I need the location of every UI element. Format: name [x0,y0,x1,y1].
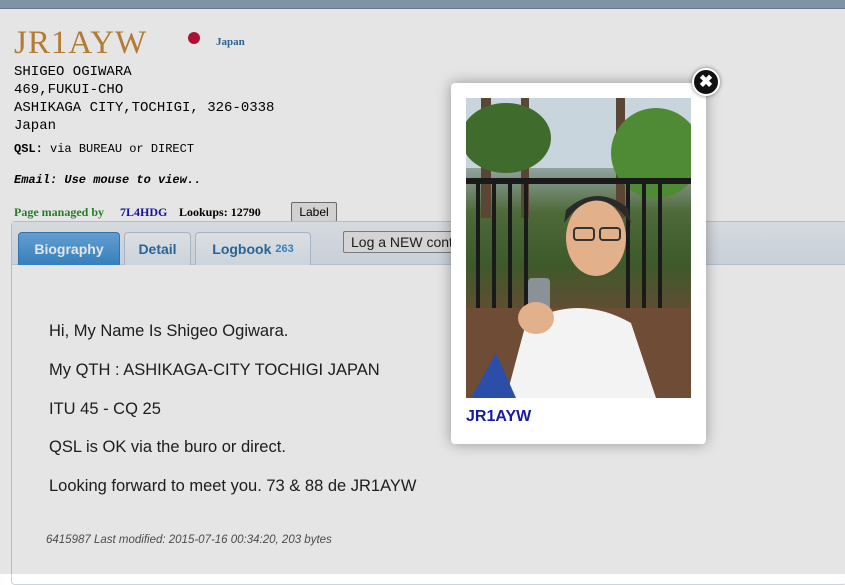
photo-illustration [466,98,691,398]
photo-caption-link[interactable]: JR1AYW [466,408,531,426]
operator-photo [466,98,691,398]
photo-lightbox: JR1AYW [451,83,706,444]
close-icon[interactable]: ✖ [692,68,720,96]
